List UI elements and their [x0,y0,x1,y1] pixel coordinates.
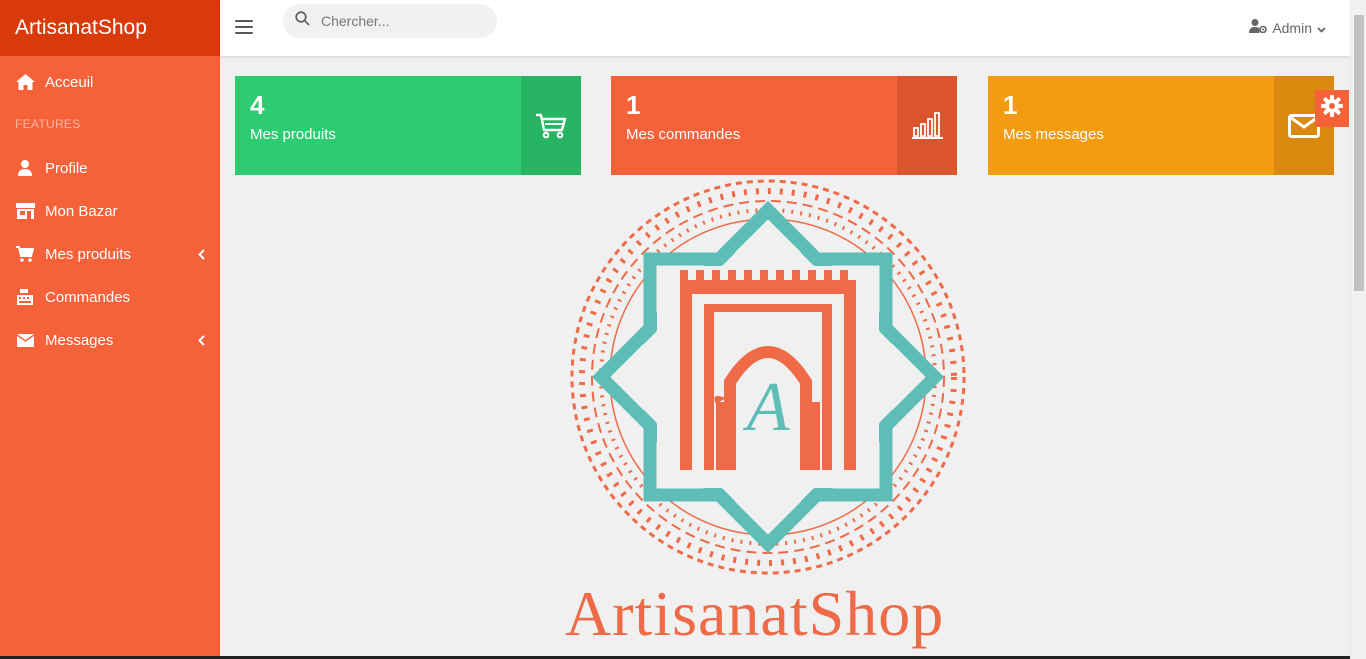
card-mes-produits[interactable]: 4 Mes produits [235,76,581,175]
search-box[interactable] [283,4,497,38]
sidebar-item-profile[interactable]: Profile [0,148,220,188]
topbar: Admin [220,0,1350,56]
sidebar-item-mes-produits[interactable]: Mes produits [0,234,220,274]
card-label: Mes commandes [626,126,741,143]
logo-wordmark: ArtisanatShop [565,578,945,649]
gear-icon [1321,95,1343,122]
sidebar-item-messages[interactable]: Messages [0,320,220,360]
chevron-left-icon [198,247,205,264]
user-icon [15,159,35,177]
sidebar-item-label: Mes produits [45,245,131,263]
sidebar-item-label: Messages [45,331,114,349]
chevron-left-icon [198,333,205,350]
sidebar-item-mon-bazar[interactable]: Mon Bazar [0,191,220,231]
sidebar: ArtisanatShop Acceuil FEATURES Profile M… [0,0,220,659]
cart-icon [15,245,35,263]
sidebar-item-commandes[interactable]: Commandes [0,277,220,317]
store-icon [15,202,35,220]
page-scrollbar[interactable] [1350,0,1366,659]
sidebar-item-label: Acceuil [45,73,94,91]
card-label: Mes messages [1003,126,1104,143]
card-mes-commandes[interactable]: 1 Mes commandes [611,76,957,175]
card-label: Mes produits [250,126,336,143]
envelope-icon [15,331,35,349]
brand-logo[interactable]: ArtisanatShop [0,0,220,56]
sidebar-item-acceuil[interactable]: Acceuil [0,62,220,102]
search-icon [295,11,310,31]
user-name: Admin [1272,19,1312,36]
card-count: 1 [626,90,641,120]
user-cog-icon [1249,19,1268,36]
cash-register-icon [15,288,35,306]
card-mes-messages[interactable]: 1 Mes messages [988,76,1334,175]
logo-monogram: A [743,369,790,446]
sidebar-item-label: Profile [45,159,88,177]
shopping-cart-icon [521,76,581,175]
settings-button[interactable] [1315,90,1349,127]
user-menu[interactable]: Admin [1249,19,1326,36]
chevron-down-icon [1317,20,1326,36]
home-icon [15,73,35,91]
section-label-features: FEATURES [15,117,81,131]
search-input[interactable] [321,13,481,29]
scroll-thumb[interactable] [1354,15,1364,291]
card-count: 1 [1003,90,1018,120]
card-count: 4 [250,90,265,120]
sidebar-item-label: Commandes [45,288,131,306]
menu-toggle-button[interactable] [235,20,253,36]
bar-chart-icon [897,76,957,175]
sidebar-item-label: Mon Bazar [45,202,118,220]
